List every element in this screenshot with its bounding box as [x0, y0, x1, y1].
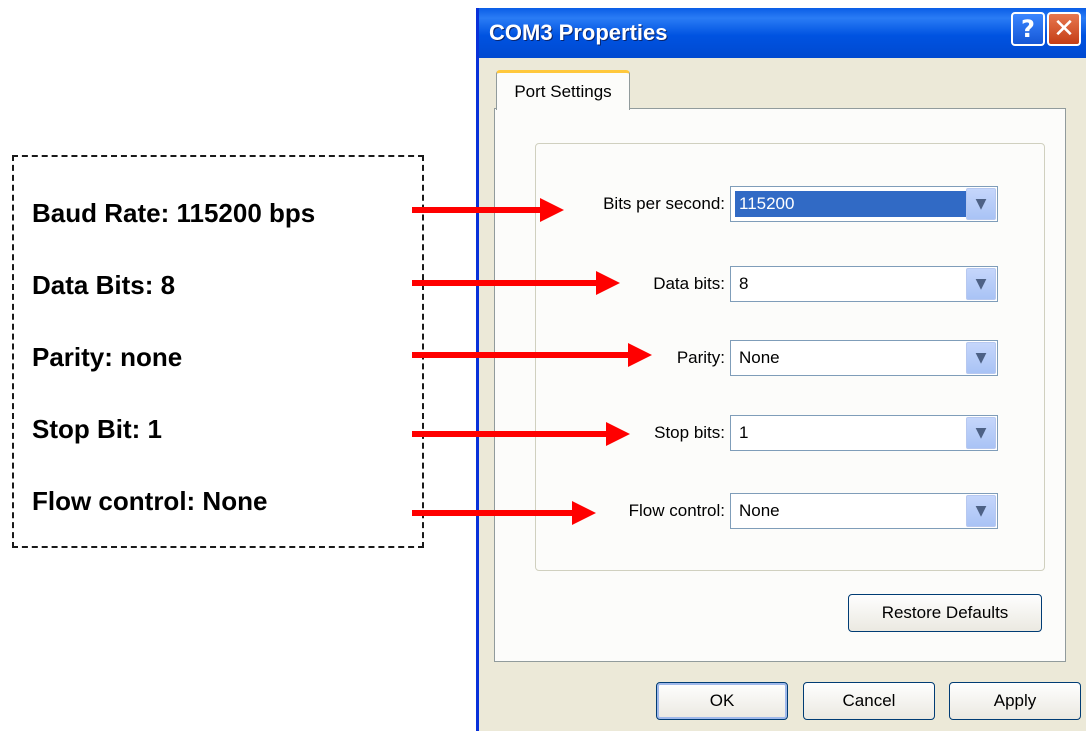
chevron-down-icon[interactable]: ▼ [966, 188, 996, 220]
flow-control-value: None [739, 501, 780, 520]
help-button[interactable]: ? [1011, 12, 1045, 46]
stop-bits-label: Stop bits: [654, 423, 725, 442]
chevron-down-icon[interactable]: ▼ [966, 268, 996, 300]
data-bits-select[interactable]: 8 ▼ [730, 266, 998, 302]
dialog-title: COM3 Properties [489, 20, 668, 45]
cancel-button[interactable]: Cancel [803, 682, 935, 720]
chevron-down-icon[interactable]: ▼ [966, 417, 996, 449]
data-bits-value: 8 [739, 274, 749, 293]
parity-value: None [739, 348, 780, 367]
restore-defaults-button[interactable]: Restore Defaults [848, 594, 1042, 632]
flow-control-select[interactable]: None ▼ [730, 493, 998, 529]
chevron-down-icon[interactable]: ▼ [966, 342, 996, 374]
arrow-flow-control [412, 501, 596, 525]
title-bar[interactable]: COM3 Properties ? ✕ [479, 8, 1086, 58]
arrow-parity [412, 343, 652, 367]
stop-bits-value: 1 [739, 423, 749, 442]
parity-label: Parity: [676, 348, 725, 367]
arrow-baud-rate [412, 198, 564, 222]
arrow-stop-bit [412, 422, 630, 446]
arrow-data-bits [412, 271, 620, 295]
tab-port-settings[interactable]: Port Settings [496, 70, 630, 110]
stop-bits-select[interactable]: 1 ▼ [730, 415, 998, 451]
apply-button[interactable]: Apply [949, 682, 1081, 720]
close-button[interactable]: ✕ [1047, 12, 1081, 46]
flow-control-label: Flow control: [628, 501, 725, 520]
annotation-baud-rate: Baud Rate: 115200 bps [32, 198, 316, 228]
bits-per-second-value: 115200 [735, 191, 968, 217]
annotation-parity: Parity: none [32, 342, 183, 372]
annotation-data-bits: Data Bits: 8 [32, 270, 176, 300]
bits-per-second-select[interactable]: 115200 ▼ [730, 186, 998, 222]
bits-per-second-label: Bits per second: [603, 194, 725, 213]
parity-select[interactable]: None ▼ [730, 340, 998, 376]
annotation-flow-control: Flow control: None [32, 486, 268, 516]
chevron-down-icon[interactable]: ▼ [966, 495, 996, 527]
data-bits-label: Data bits: [653, 274, 725, 293]
annotation-stop-bit: Stop Bit: 1 [32, 414, 162, 444]
ok-button[interactable]: OK [656, 682, 788, 720]
